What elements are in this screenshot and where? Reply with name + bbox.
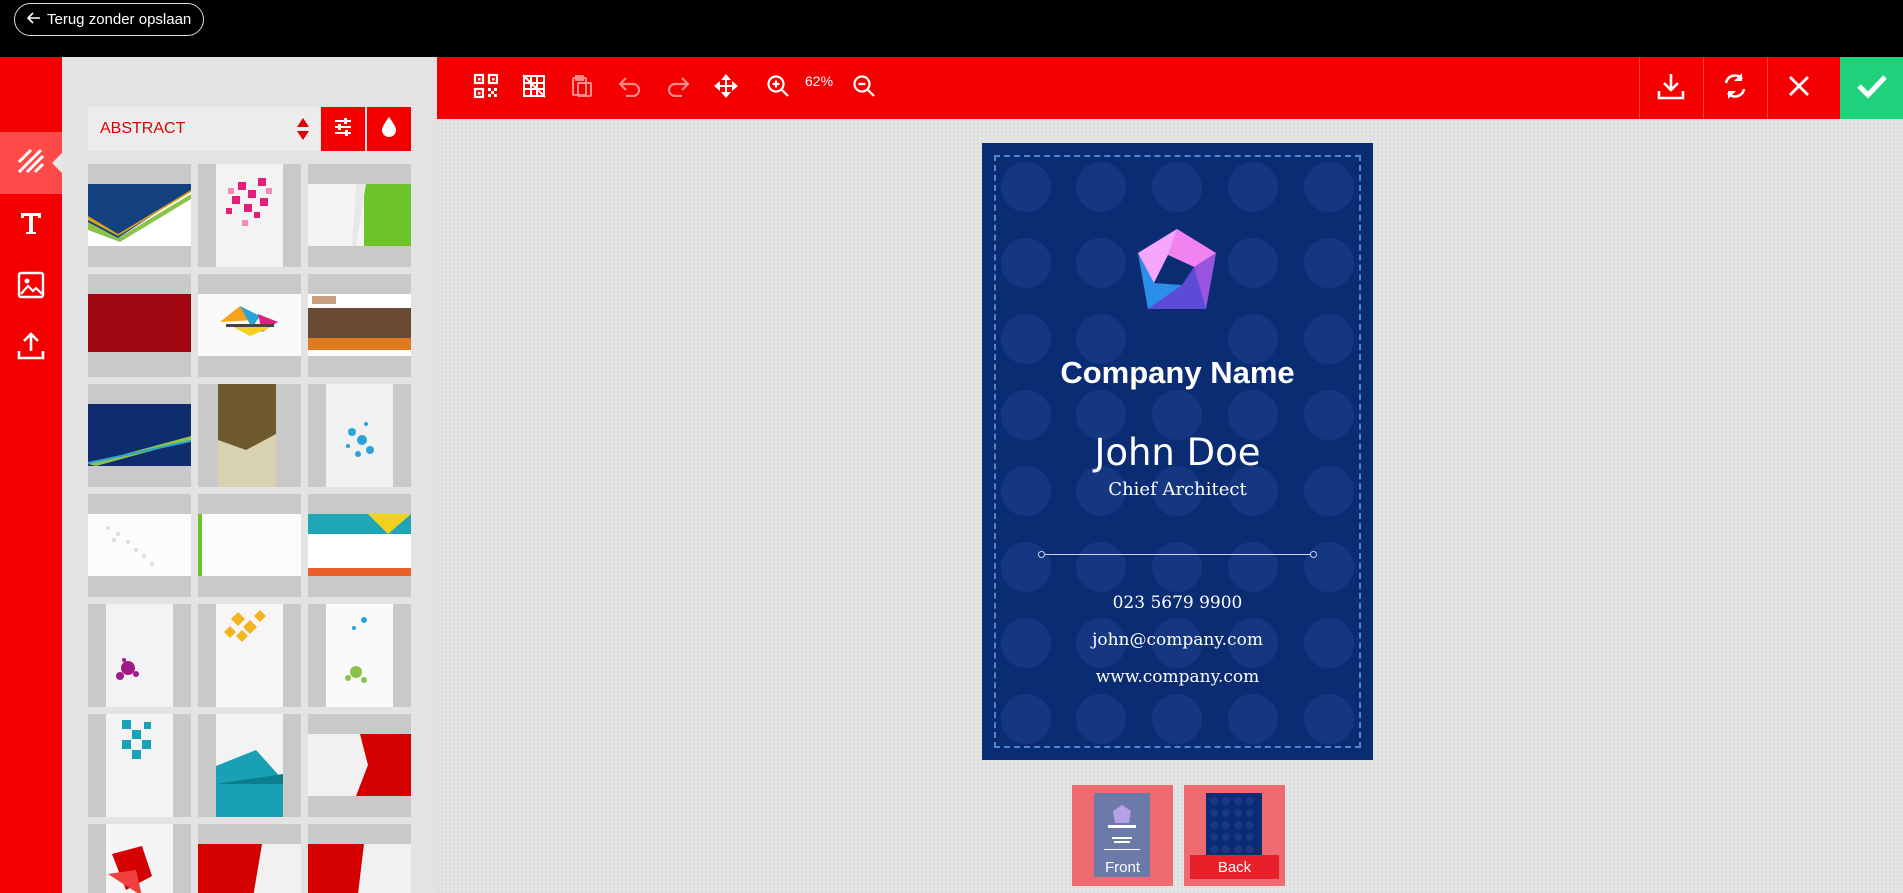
close-icon [1788,75,1810,102]
zoom-level: 62% [805,73,834,89]
upload-icon [16,331,46,366]
template-tile[interactable] [88,384,191,487]
zoom-in-icon [766,74,790,103]
rail-item-images[interactable] [0,256,62,318]
company-logo[interactable] [1132,227,1222,321]
template-tile[interactable] [198,274,301,377]
rail-item-text[interactable] [0,194,62,256]
grid-toggle-button[interactable] [517,71,551,105]
qr-code-icon [473,73,499,104]
paste-icon [570,74,594,103]
editor-toolbar: 62% [437,57,1903,119]
rail-item-upload[interactable] [0,317,62,379]
email-text[interactable]: john@company.com [982,630,1373,650]
image-icon [17,271,45,304]
move-button[interactable] [709,71,743,105]
paste-button[interactable] [565,71,599,105]
drop-icon [381,116,397,143]
template-tile[interactable] [88,824,191,893]
template-tile[interactable] [88,274,191,377]
page-thumb-back[interactable]: Back [1184,785,1285,886]
template-tile[interactable] [198,604,301,707]
back-label: Back [1190,855,1279,879]
template-tile[interactable] [308,714,411,817]
stripes-icon [17,148,45,179]
rail-item-backgrounds[interactable] [0,132,62,194]
template-tile[interactable] [308,824,411,893]
front-label: Front [1104,858,1140,876]
page-thumb-front[interactable]: Front [1072,785,1173,886]
template-tile[interactable] [88,714,191,817]
template-tile[interactable] [88,164,191,267]
zoom-out-icon [852,74,876,103]
template-panel: ABSTRACT [62,57,437,893]
arrow-left-icon [26,11,41,29]
template-tile[interactable] [88,604,191,707]
check-icon [1856,73,1888,104]
filter-button[interactable] [321,107,365,151]
template-tile[interactable] [198,824,301,893]
divider-line[interactable] [1038,551,1317,558]
category-label: ABSTRACT [100,120,186,137]
sliders-icon [333,117,353,142]
redo-button[interactable] [661,71,695,105]
move-icon [713,73,739,104]
confirm-button[interactable] [1840,57,1903,119]
qr-code-button[interactable] [469,71,503,105]
download-button[interactable] [1639,57,1702,119]
tool-rail [0,57,62,893]
text-icon [20,211,42,240]
top-bar: Terug zonder opslaan [0,0,1903,57]
template-tile[interactable] [88,494,191,597]
template-tile[interactable] [308,384,411,487]
grid-off-icon [522,73,546,103]
back-without-saving-button[interactable]: Terug zonder opslaan [14,3,205,36]
back-label: Terug zonder opslaan [47,11,192,28]
undo-icon [618,75,642,102]
active-indicator [52,153,62,173]
template-tile[interactable] [198,164,301,267]
design-canvas: Company Name John Doe Chief Architect 02… [437,119,1903,893]
phone-text[interactable]: 023 5679 9900 [982,593,1373,613]
zoom-in-button[interactable] [761,71,795,105]
template-tile[interactable] [198,384,301,487]
redo-icon [666,75,690,102]
person-name-text[interactable]: John Doe [982,431,1373,474]
template-tile[interactable] [198,494,301,597]
template-tile[interactable] [308,274,411,377]
refresh-button[interactable] [1703,57,1766,119]
download-icon [1656,71,1686,106]
template-tile[interactable] [308,604,411,707]
business-card[interactable]: Company Name John Doe Chief Architect 02… [982,143,1373,760]
template-tile[interactable] [308,164,411,267]
sort-arrows-icon [296,117,310,141]
color-button[interactable] [367,107,411,151]
close-button[interactable] [1767,57,1830,119]
category-select[interactable]: ABSTRACT [88,107,320,151]
undo-button[interactable] [613,71,647,105]
website-text[interactable]: www.company.com [982,667,1373,687]
refresh-icon [1721,71,1749,106]
zoom-out-button[interactable] [847,71,881,105]
company-name-text[interactable]: Company Name [982,355,1373,391]
template-tile[interactable] [308,494,411,597]
job-title-text[interactable]: Chief Architect [982,479,1373,500]
template-tile[interactable] [198,714,301,817]
